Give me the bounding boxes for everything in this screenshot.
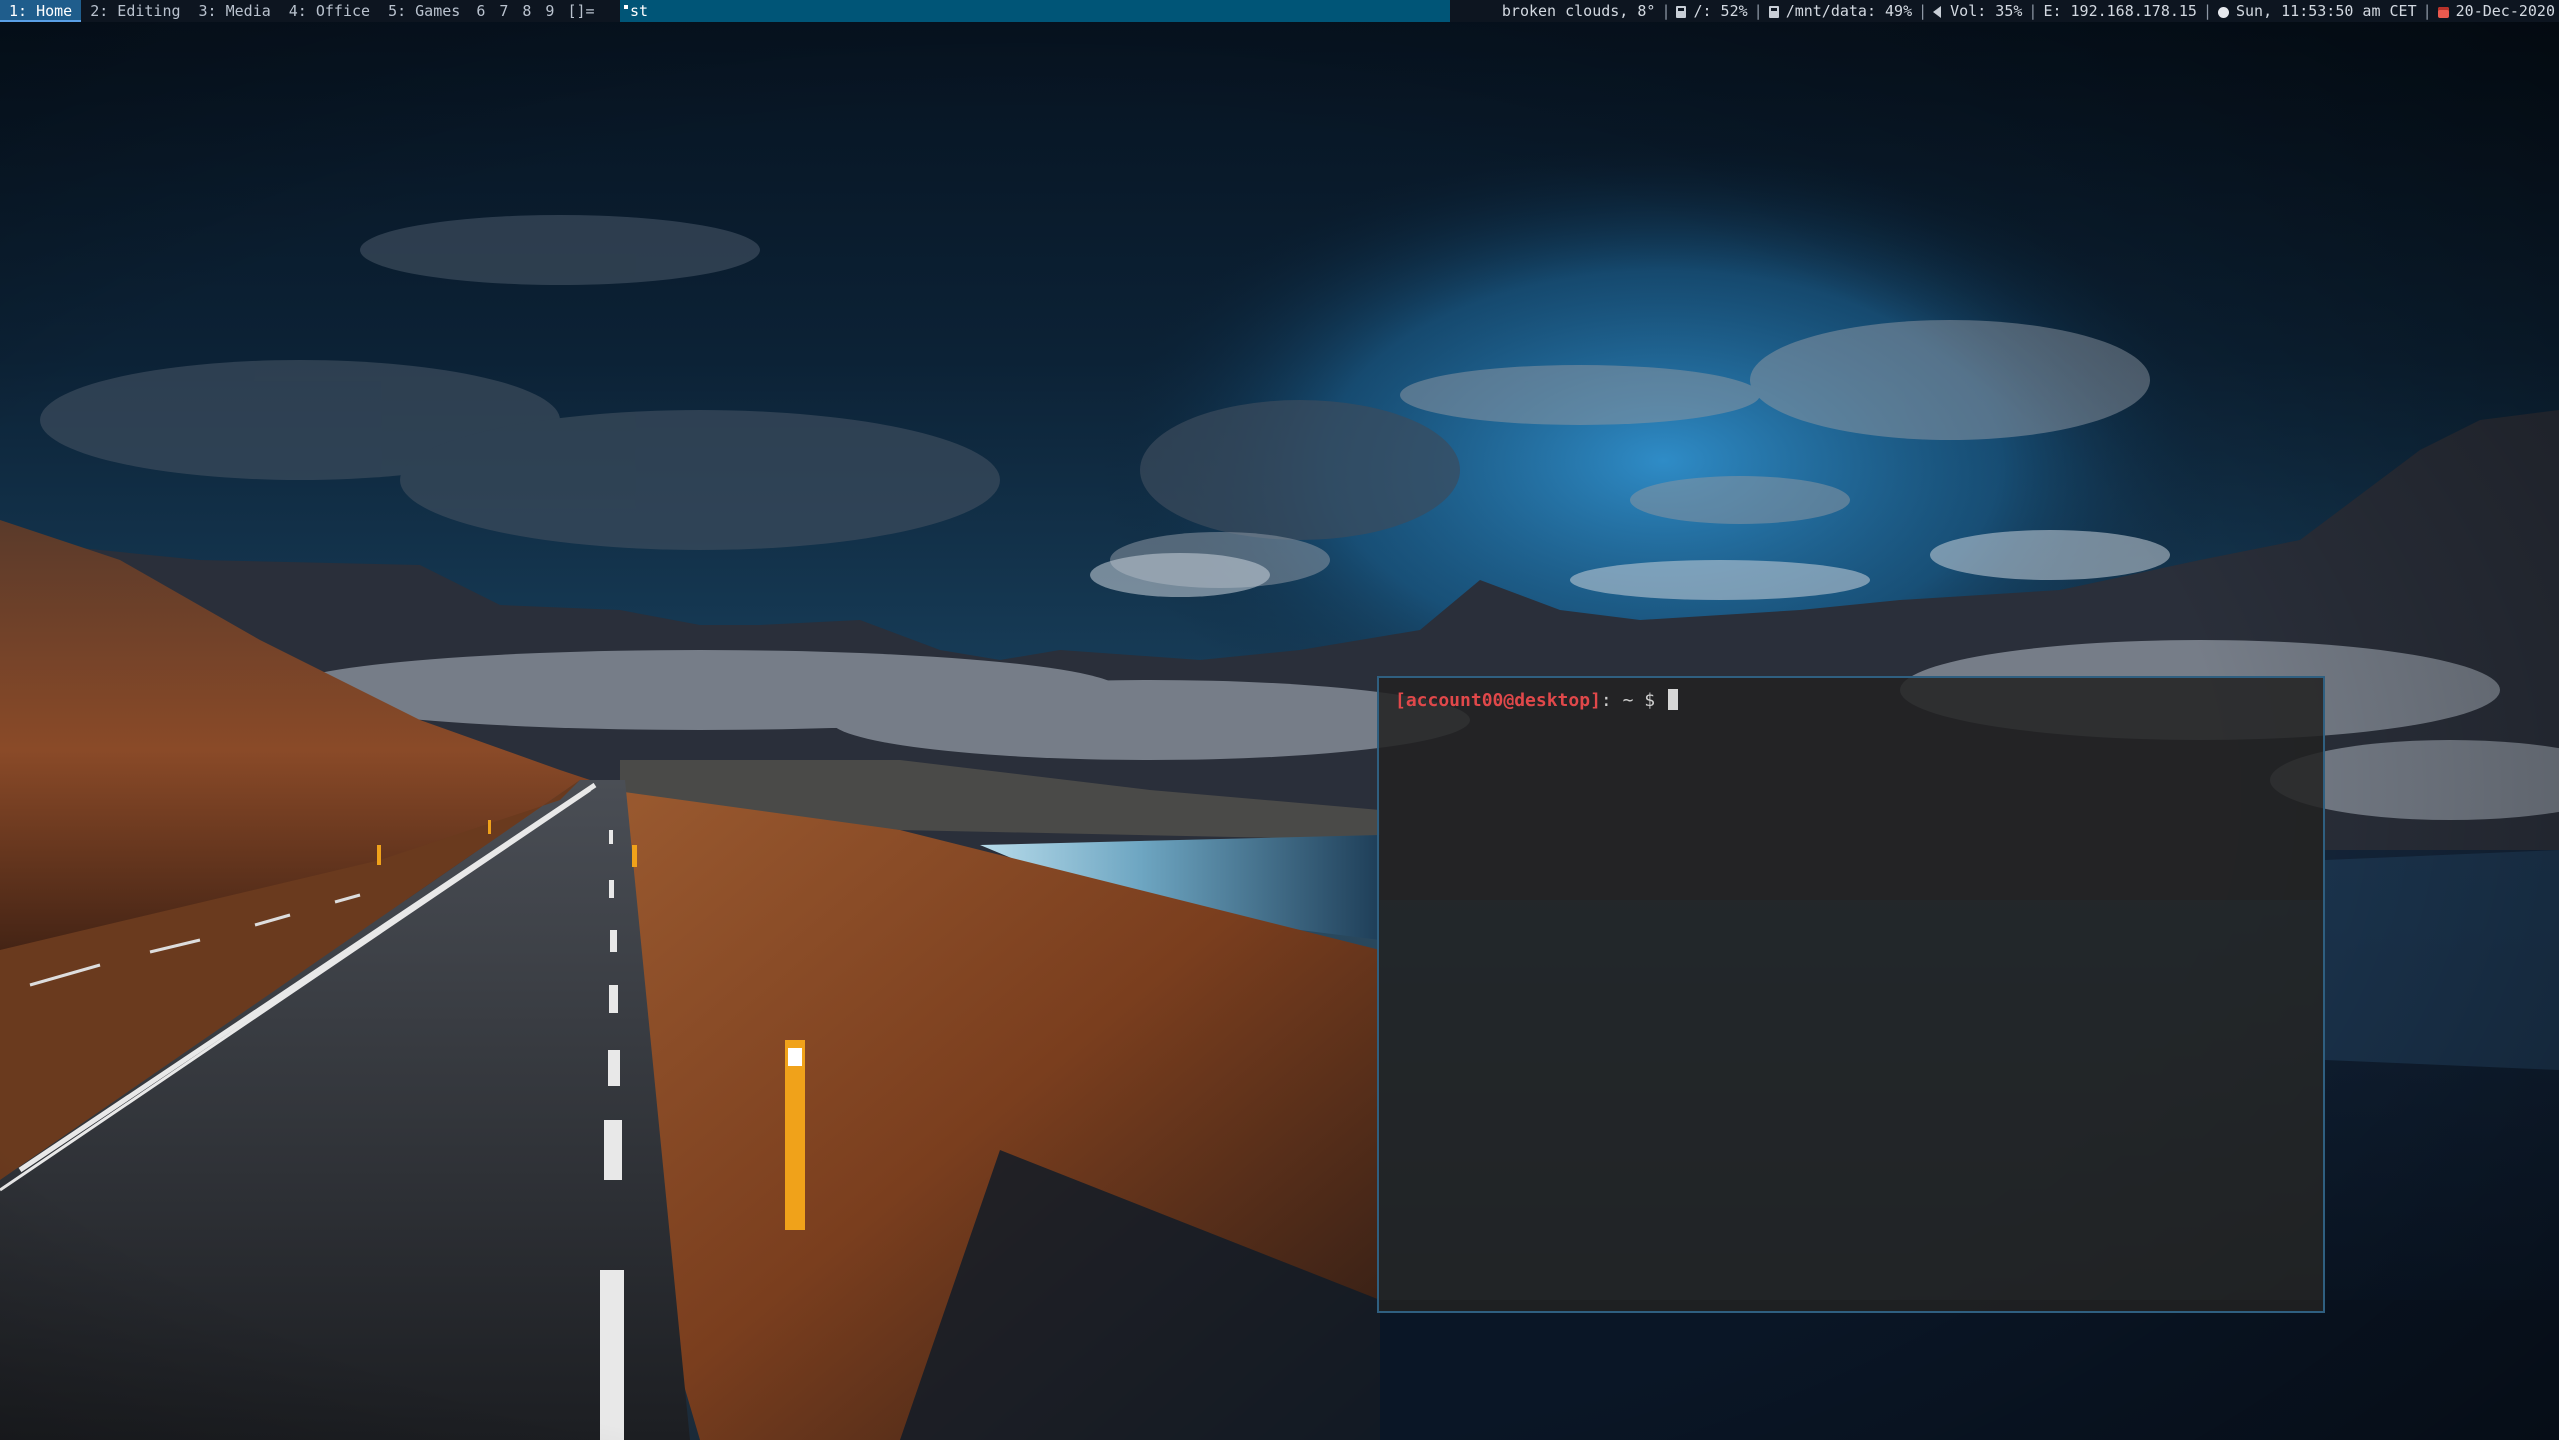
- shell-prompt-line[interactable]: [account00@desktop]: ~ $: [1395, 689, 1678, 711]
- volume-icon: [1933, 6, 1942, 18]
- status-separator: |: [1918, 2, 1928, 20]
- tag-home[interactable]: 1: Home: [0, 0, 82, 22]
- prompt-path: : ~ $: [1600, 690, 1666, 711]
- weather-status: broken clouds, 8°: [1501, 2, 1656, 20]
- disk-icon: [1768, 6, 1779, 18]
- tag-games[interactable]: 5: Games: [379, 0, 469, 22]
- floating-marker-icon: [624, 5, 628, 9]
- ethernet-status: E: 192.168.178.15: [2043, 2, 2197, 20]
- tag-office[interactable]: 4: Office: [280, 0, 379, 22]
- status-separator: |: [2028, 2, 2038, 20]
- tag-7[interactable]: 7: [492, 0, 515, 22]
- disk-icon: [1676, 6, 1687, 18]
- focused-window-title: st: [620, 0, 1450, 22]
- tag-6[interactable]: 6: [469, 0, 492, 22]
- workspace-tags: 1: Home 2: Editing 3: Media 4: Office 5:…: [0, 0, 601, 22]
- disk-data-status: /mnt/data: 49%: [1785, 2, 1913, 20]
- terminal-window[interactable]: [account00@desktop]: ~ $: [1377, 676, 2325, 1313]
- status-separator: |: [2422, 2, 2432, 20]
- text-cursor: [1667, 689, 1678, 710]
- tag-9[interactable]: 9: [538, 0, 561, 22]
- volume-status: Vol: 35%: [1950, 2, 2023, 20]
- time-status: Sun, 11:53:50 am CET: [2236, 2, 2417, 20]
- disk-root-status: /: 52%: [1693, 2, 1748, 20]
- status-area: broken clouds, 8° | /: 52% | /mnt/data: …: [1495, 0, 2559, 22]
- tag-media[interactable]: 3: Media: [190, 0, 280, 22]
- date-status: 20-Dec-2020: [2455, 2, 2555, 20]
- tag-8[interactable]: 8: [515, 0, 538, 22]
- window-title-text: st: [630, 2, 649, 20]
- top-status-bar: 1: Home 2: Editing 3: Media 4: Office 5:…: [0, 0, 2559, 22]
- clock-icon: [2218, 6, 2229, 18]
- status-separator: |: [1661, 2, 1671, 20]
- prompt-user-host: [account00@desktop]: [1395, 690, 1601, 711]
- tag-editing[interactable]: 2: Editing: [81, 0, 189, 22]
- status-separator: |: [1753, 2, 1763, 20]
- layout-indicator[interactable]: []=: [561, 0, 600, 22]
- calendar-icon: [2437, 6, 2449, 18]
- status-separator: |: [2202, 2, 2212, 20]
